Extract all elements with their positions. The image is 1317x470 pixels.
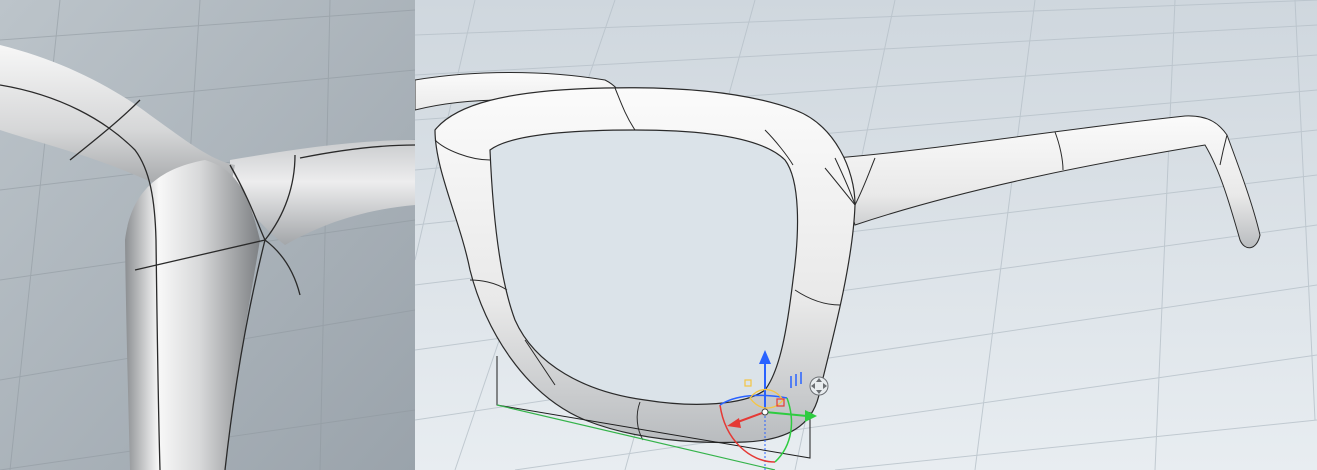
detail-viewport[interactable] — [0, 0, 415, 470]
modeling-app-window — [0, 0, 1317, 470]
detail-viewport-canvas[interactable] — [0, 0, 415, 470]
perspective-viewport-canvas[interactable] — [415, 0, 1317, 470]
pan-cursor-icon — [809, 376, 829, 396]
gizmo-pivot[interactable] — [761, 408, 769, 416]
perspective-viewport[interactable] — [415, 0, 1317, 470]
